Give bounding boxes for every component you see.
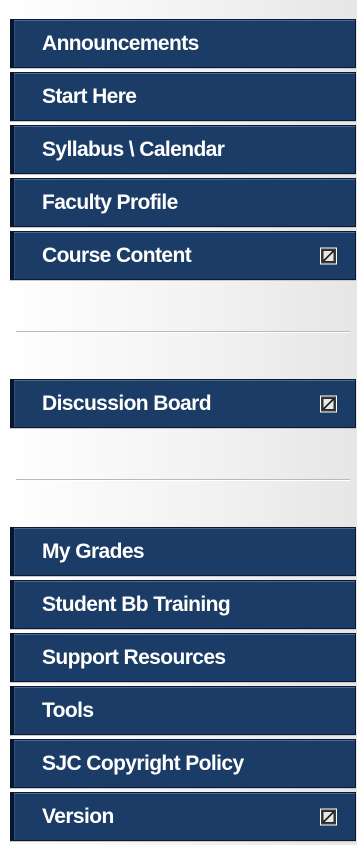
menu-item-discussion-board[interactable]: Discussion Board <box>10 379 356 428</box>
menu-item-label: Syllabus \ Calendar <box>42 137 225 161</box>
menu-item-label: Support Resources <box>42 645 226 669</box>
divider-line <box>16 479 350 481</box>
menu-item-label: Tools <box>42 698 94 722</box>
menu-divider <box>10 432 356 527</box>
menu-item-label: Announcements <box>42 31 199 55</box>
menu-item-syllabus-calendar[interactable]: Syllabus \ Calendar <box>10 125 356 174</box>
menu-item-course-content[interactable]: Course Content <box>10 231 356 280</box>
menu-item-announcements[interactable]: Announcements <box>10 19 356 68</box>
menu-item-label: Version <box>42 804 114 828</box>
menu-item-label: My Grades <box>42 539 145 563</box>
visibility-off-icon <box>320 247 337 264</box>
menu-item-label: Course Content <box>42 243 192 267</box>
visibility-off-icon <box>320 395 337 412</box>
visibility-off-icon <box>320 808 337 825</box>
menu-group-content: Announcements Start Here Syllabus \ Cale… <box>10 19 356 280</box>
menu-group-discussion: Discussion Board <box>10 379 356 428</box>
menu-divider <box>10 284 356 379</box>
menu-item-label: Discussion Board <box>42 391 212 415</box>
menu-item-student-bb-training[interactable]: Student Bb Training <box>10 580 356 629</box>
menu-item-label: Student Bb Training <box>42 592 231 616</box>
menu-item-my-grades[interactable]: My Grades <box>10 527 356 576</box>
menu-item-label: SJC Copyright Policy <box>42 751 244 775</box>
menu-item-start-here[interactable]: Start Here <box>10 72 356 121</box>
menu-item-faculty-profile[interactable]: Faculty Profile <box>10 178 356 227</box>
menu-item-label: Start Here <box>42 84 137 108</box>
menu-item-tools[interactable]: Tools <box>10 686 356 735</box>
menu-group-resources: My Grades Student Bb Training Support Re… <box>10 527 356 841</box>
divider-line <box>16 331 350 333</box>
menu-item-version[interactable]: Version <box>10 792 356 841</box>
course-menu: Announcements Start Here Syllabus \ Cale… <box>10 19 356 845</box>
menu-item-label: Faculty Profile <box>42 190 178 214</box>
menu-item-support-resources[interactable]: Support Resources <box>10 633 356 682</box>
